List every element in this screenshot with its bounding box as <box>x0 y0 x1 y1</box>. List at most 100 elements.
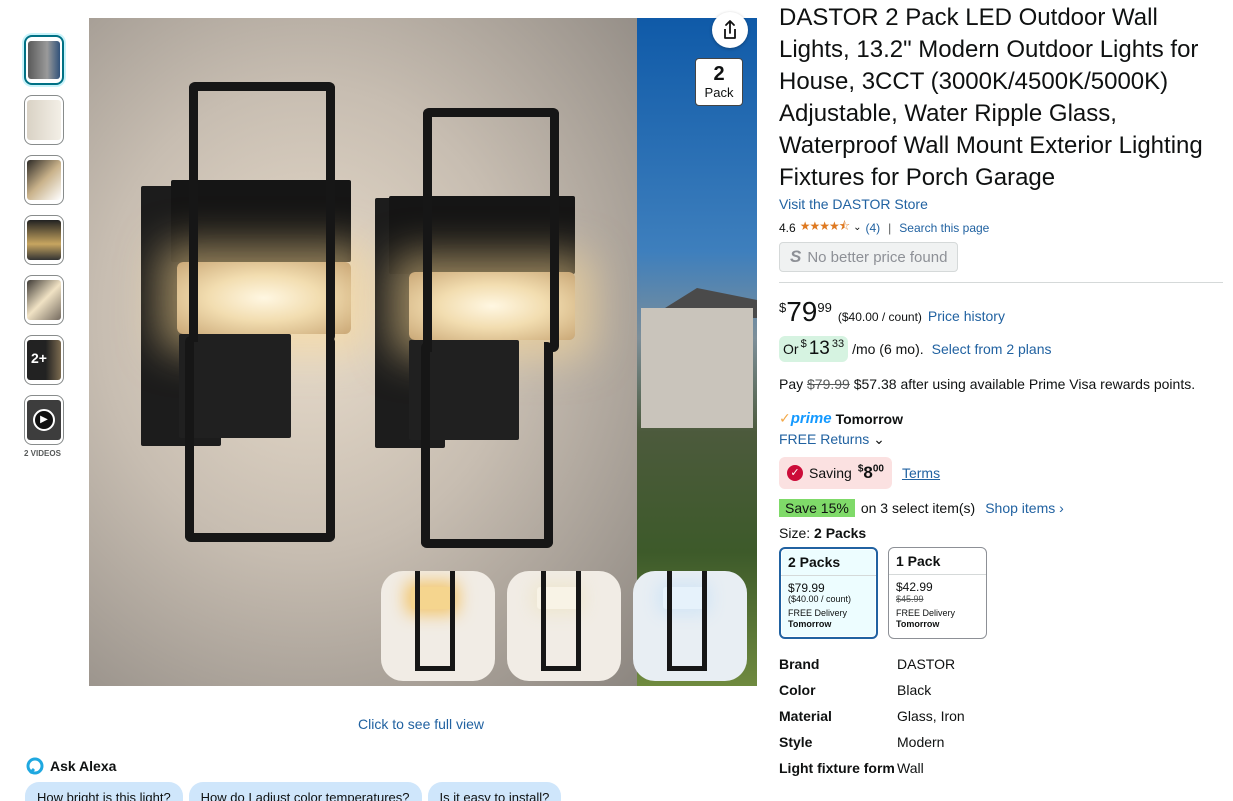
spec-value: Modern <box>897 734 945 750</box>
spec-key: Material <box>779 708 832 724</box>
coupon-row: Save 15% on 3 select item(s) Shop items … <box>779 499 1223 517</box>
price: $ 79 99 <box>779 298 832 326</box>
no-better-price-badge[interactable]: S No better price found <box>779 242 959 272</box>
product-details: DASTOR 2 Pack LED Outdoor Wall Lights, 1… <box>779 0 1223 785</box>
pay-prefix: Pay <box>779 376 804 392</box>
free-returns-label: FREE Returns <box>779 431 870 447</box>
saving-badge: ✓ Saving $800 <box>779 457 892 489</box>
ask-alexa-header: Ask Alexa <box>26 757 116 775</box>
ask-alexa-label: Ask Alexa <box>50 758 117 774</box>
alexa-question-chip[interactable]: How do I adjust color temperatures? <box>188 782 422 801</box>
color-temp-5000k-preview <box>633 571 747 681</box>
size-label-row: Size: 2 Packs <box>779 525 1223 541</box>
chevron-down-icon[interactable]: ⌄ <box>853 222 861 233</box>
saving-whole: 8 <box>863 463 873 482</box>
image-house <box>641 308 753 428</box>
spec-value: Wall <box>897 760 924 776</box>
share-button[interactable] <box>712 12 748 48</box>
price-symbol: $ <box>779 300 787 315</box>
spec-value: Black <box>897 682 932 698</box>
alexa-icon <box>26 757 44 775</box>
pay-original-price: $79.99 <box>807 376 850 392</box>
alexa-question-chips: How bright is this light? How do I adjus… <box>25 782 562 801</box>
saving-fraction: 00 <box>872 463 884 475</box>
pay-after-rewards: $57.38 after using available Prime Visa … <box>853 376 1196 392</box>
star-rating-icon[interactable]: ★★★★⯪ <box>800 217 850 238</box>
review-count-link[interactable]: (4) <box>865 221 880 235</box>
installment-symbol: $ <box>800 338 807 350</box>
coupon-badge: Save 15% <box>779 499 855 517</box>
spec-row: Brand DASTOR <box>779 655 1223 673</box>
spec-value: DASTOR <box>897 656 956 672</box>
color-temp-3000k-preview <box>381 571 495 681</box>
spec-key: Style <box>779 734 813 750</box>
prime-check-icon: ✓ <box>779 410 791 426</box>
store-link[interactable]: Visit the DASTOR Store <box>779 196 1223 212</box>
installment-prefix: Or <box>783 341 799 357</box>
price-whole: 79 <box>786 296 818 327</box>
alexa-question-chip[interactable]: How bright is this light? <box>25 782 183 801</box>
spec-row: Style Modern <box>779 733 1223 751</box>
thumbnail-image[interactable] <box>24 35 64 85</box>
size-option-2-packs[interactable]: 2 Packs $79.99 ($40.00 / count) FREE Del… <box>779 547 878 639</box>
shop-items-link[interactable]: Shop items › <box>985 500 1064 516</box>
lamp-frame-bottom <box>185 336 335 542</box>
prime-logo: prime <box>790 410 832 427</box>
lamp-frame-top <box>189 82 335 342</box>
lamp-frame-bottom <box>421 342 553 548</box>
size-selected: 2 Packs <box>814 525 867 541</box>
divider <box>779 282 1223 283</box>
product-specs-table: Brand DASTOR Color Black Material Glass, Ir… <box>779 655 1223 777</box>
size-option-1-pack[interactable]: 1 Pack $42.99 $45.99 FREE Delivery Tomor… <box>888 547 987 639</box>
full-view-link[interactable]: Click to see full view <box>358 716 484 732</box>
size-label: Size: <box>779 525 811 541</box>
size-option-delivery: FREE Delivery <box>896 608 956 618</box>
price-tracker-icon: S <box>790 247 802 266</box>
price-history-link[interactable]: Price history <box>928 308 1005 324</box>
size-option-per-count: ($40.00 / count) <box>788 594 852 604</box>
separator: | <box>888 220 892 235</box>
thumbnail-image[interactable] <box>24 275 64 325</box>
color-temp-4500k-preview <box>507 571 621 681</box>
spec-row: Color Black <box>779 681 1223 699</box>
price-row: $ 79 99 ($40.00 / count) Price history <box>779 298 1223 326</box>
free-returns-link[interactable]: FREE Returns ⌄ <box>779 431 1223 448</box>
rating-row: 4.6 ★★★★⯪ ⌄ (4) | Search this page <box>779 217 1223 238</box>
no-better-price-text: No better price found <box>807 248 948 266</box>
thumbnail-more[interactable]: 2+ <box>24 335 64 385</box>
size-option-name: 1 Pack <box>889 552 986 575</box>
share-icon <box>724 20 736 39</box>
check-circle-icon: ✓ <box>787 465 803 481</box>
search-page-link[interactable]: Search this page <box>899 221 989 235</box>
chevron-down-icon: ⌄ <box>873 431 885 447</box>
terms-link[interactable]: Terms <box>902 465 940 481</box>
thumbnail-video[interactable]: ▶ <box>24 395 64 445</box>
size-option-delivery-day: Tomorrow <box>788 619 832 629</box>
installment-row: Or $ 13 33 /mo (6 mo). Select from 2 pla… <box>779 336 1223 362</box>
price-fraction: 99 <box>817 300 832 315</box>
rating-value: 4.6 <box>779 220 796 235</box>
size-option-delivery-day: Tomorrow <box>896 619 940 629</box>
size-option-price: $42.99 <box>896 580 933 594</box>
spec-value: Glass, Iron <box>897 708 965 724</box>
saving-amount: $800 <box>858 463 884 483</box>
price-per-count: ($40.00 / count) <box>837 310 922 324</box>
saving-label: Saving <box>809 465 852 481</box>
size-option-price: $79.99 <box>788 581 825 595</box>
pack-count-number: 2 <box>713 63 725 85</box>
thumbnail-image[interactable] <box>24 95 64 145</box>
saving-row: ✓ Saving $800 Terms <box>779 457 1223 489</box>
thumbnail-strip: 2+ ▶ 2 VIDEOS <box>24 35 66 458</box>
prime-visa-rewards-text: Pay $79.99 $57.38 after using available … <box>779 376 1223 392</box>
alexa-question-chip[interactable]: Is it easy to install? <box>427 782 562 801</box>
spec-row: Light fixture form Wall <box>779 759 1223 777</box>
select-plans-link[interactable]: Select from 2 plans <box>932 341 1052 357</box>
thumbnail-image[interactable] <box>24 215 64 265</box>
spec-key: Brand <box>779 656 820 672</box>
lamp-frame-top <box>423 108 559 352</box>
pack-count-badge: 2 Pack <box>695 58 743 106</box>
size-option-name: 2 Packs <box>781 553 876 576</box>
main-product-image[interactable]: 2 Pack <box>89 18 757 686</box>
installment-whole: 13 <box>808 338 830 359</box>
thumbnail-image[interactable] <box>24 155 64 205</box>
